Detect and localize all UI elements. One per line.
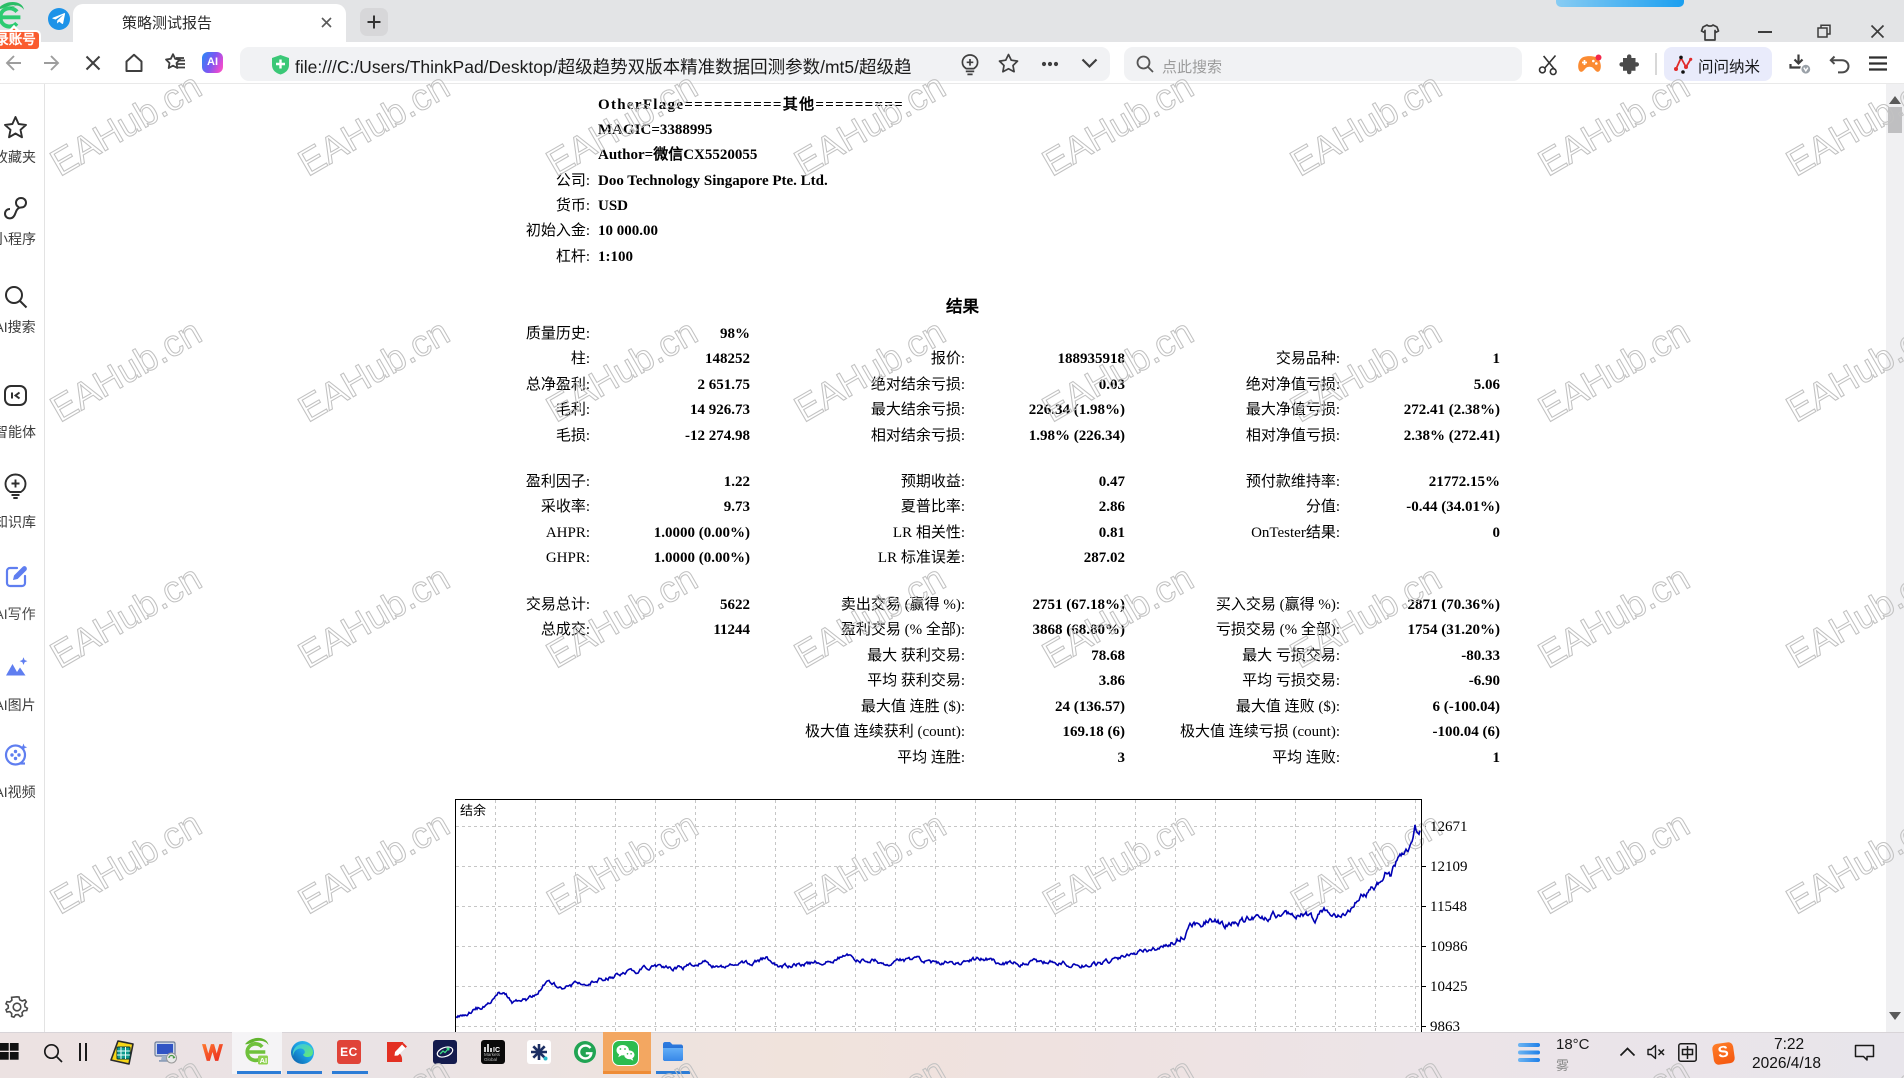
svg-text:10986: 10986 — [1430, 939, 1468, 955]
svg-text:12671: 12671 — [1430, 819, 1468, 835]
svg-text:12109: 12109 — [1430, 859, 1468, 875]
svg-text:AI: AI — [260, 1056, 268, 1065]
svg-text:结余: 结余 — [460, 803, 486, 818]
svg-text:EAHub.cn: EAHub.cn — [540, 804, 705, 923]
svg-text:EAHub.cn: EAHub.cn — [1036, 804, 1201, 923]
svg-text:EAHub.cn: EAHub.cn — [1284, 804, 1449, 923]
svg-text:11548: 11548 — [1430, 899, 1467, 915]
svg-text:10425: 10425 — [1430, 979, 1468, 995]
svg-text:EAHub.cn: EAHub.cn — [788, 804, 953, 923]
